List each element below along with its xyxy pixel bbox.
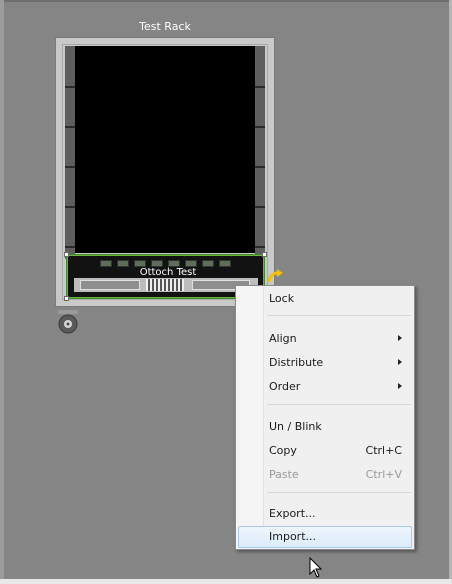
menu-item-label: Distribute (269, 356, 324, 369)
chevron-right-icon (398, 335, 402, 341)
menu-separator (267, 404, 411, 405)
rail-notch (65, 126, 75, 128)
rack-interior[interactable] (75, 46, 255, 253)
device-led-row (100, 260, 240, 267)
canvas-edge-left (0, 0, 4, 584)
rail-notch (255, 166, 265, 168)
menu-item-distribute[interactable]: Distribute (238, 353, 412, 373)
rail-notch (255, 206, 265, 208)
menu-item-label: Lock (269, 292, 295, 305)
rack-rail-right (255, 46, 265, 259)
menu-item-export[interactable]: Export... (238, 504, 412, 524)
device-led (117, 260, 129, 267)
menu-item-copy[interactable]: Copy Ctrl+C (238, 441, 412, 461)
menu-item-label: Paste (269, 468, 299, 481)
device-grille (146, 279, 184, 291)
menu-item-order[interactable]: Order (238, 377, 412, 397)
menu-item-shortcut: Ctrl+V (365, 468, 402, 481)
device-front-panel (74, 278, 258, 292)
device-led (202, 260, 214, 267)
device-led (151, 260, 163, 267)
mouse-pointer-icon (309, 557, 323, 578)
menu-item-label: Export... (269, 507, 316, 520)
caster-wheel-icon (58, 310, 78, 334)
menu-item-align[interactable]: Align (238, 329, 412, 349)
rail-notch (65, 246, 75, 248)
device-label: Ottoch Test (139, 267, 197, 278)
rail-notch (65, 86, 75, 88)
chevron-right-icon (398, 359, 402, 365)
rack-rail-left (65, 46, 75, 259)
device-led (185, 260, 197, 267)
resize-handle-top-right[interactable] (262, 252, 267, 257)
menu-separator (267, 492, 411, 493)
chevron-right-icon (398, 383, 402, 389)
rail-notch (255, 246, 265, 248)
menu-item-paste: Paste Ctrl+V (238, 465, 412, 485)
design-canvas[interactable]: Test Rack Ottoch Test Lock Align Distrib… (0, 0, 452, 584)
device-panel-left (80, 280, 140, 290)
rail-notch (255, 126, 265, 128)
device-led (100, 260, 112, 267)
menu-item-shortcut: Ctrl+C (365, 444, 402, 457)
resize-handle-top-left[interactable] (64, 252, 69, 257)
menu-item-import[interactable]: Import... (238, 526, 412, 548)
canvas-edge-bottom (0, 579, 452, 584)
menu-item-un-blink[interactable]: Un / Blink (238, 417, 412, 437)
context-menu[interactable]: Lock Align Distribute Order Un / Blink C… (235, 285, 415, 550)
menu-item-label: Align (269, 332, 297, 345)
menu-separator (267, 315, 411, 316)
rail-notch (65, 166, 75, 168)
rotate-arrow-icon[interactable] (266, 268, 284, 286)
menu-item-lock[interactable]: Lock (238, 289, 412, 309)
device-led (134, 260, 146, 267)
menu-item-label: Un / Blink (269, 420, 322, 433)
menu-item-label: Copy (269, 444, 297, 457)
resize-handle-bottom-left[interactable] (64, 296, 69, 301)
rail-notch (255, 86, 265, 88)
menu-item-label: Import... (269, 530, 316, 543)
rack-title: Test Rack (139, 20, 191, 33)
device-led (168, 260, 180, 267)
device-led (219, 260, 231, 267)
canvas-edge-top (0, 0, 452, 2)
menu-item-label: Order (269, 380, 301, 393)
rail-notch (65, 206, 75, 208)
